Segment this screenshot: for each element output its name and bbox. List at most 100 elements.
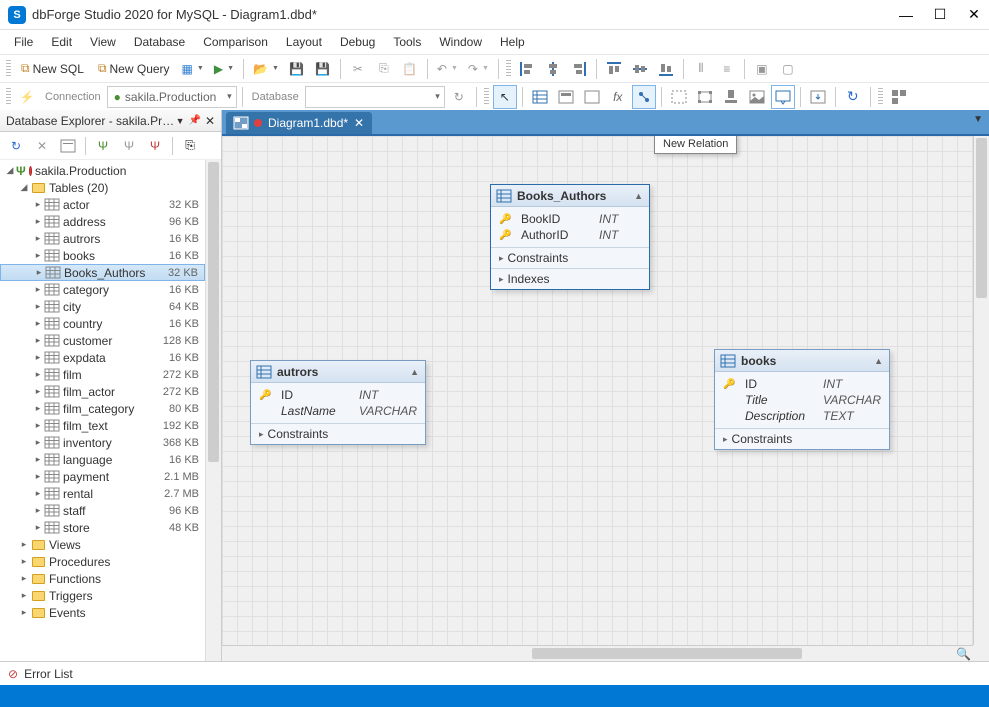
- tree-table-film_text[interactable]: ▸film_text192 KB: [0, 417, 205, 434]
- menu-debug[interactable]: Debug: [332, 32, 383, 52]
- tree-table-staff[interactable]: ▸staff96 KB: [0, 502, 205, 519]
- tree-folder-functions[interactable]: ▸Functions: [0, 570, 205, 587]
- tree-table-expdata[interactable]: ▸expdata16 KB: [0, 349, 205, 366]
- distribute-v-button[interactable]: ≡: [715, 57, 739, 81]
- tree-table-category[interactable]: ▸category16 KB: [0, 281, 205, 298]
- tree-table-inventory[interactable]: ▸inventory368 KB: [0, 434, 205, 451]
- group-tool[interactable]: [693, 85, 717, 109]
- tree-table-store[interactable]: ▸store48 KB: [0, 519, 205, 536]
- tree-folder-events[interactable]: ▸Events: [0, 604, 205, 621]
- tree-table-country[interactable]: ▸country16 KB: [0, 315, 205, 332]
- menu-help[interactable]: Help: [492, 32, 533, 52]
- note-tool[interactable]: [771, 85, 795, 109]
- refresh-tree-button[interactable]: ↻: [4, 134, 28, 158]
- collapse-icon[interactable]: ▲: [634, 191, 643, 201]
- layout-tool[interactable]: [887, 85, 911, 109]
- save-all-button[interactable]: 💾: [311, 57, 335, 81]
- entity-books-authors[interactable]: Books_Authors ▲ 🔑BookIDINT🔑AuthorIDINT ▸…: [490, 184, 650, 290]
- undo-button[interactable]: ↶▼: [433, 57, 462, 81]
- tree-table-rental[interactable]: ▸rental2.7 MB: [0, 485, 205, 502]
- add-view-button[interactable]: [554, 85, 578, 109]
- align-left-button[interactable]: [515, 57, 539, 81]
- tree-table-city[interactable]: ▸city64 KB: [0, 298, 205, 315]
- add-table-button[interactable]: [528, 85, 552, 109]
- bring-front-button[interactable]: ▣: [750, 57, 774, 81]
- menu-window[interactable]: Window: [431, 32, 490, 52]
- new-sql-button[interactable]: ⧉ New SQL: [15, 57, 90, 81]
- menu-database[interactable]: Database: [126, 32, 193, 52]
- filter-red-button[interactable]: Ψ: [143, 134, 167, 158]
- entity-section-constraints[interactable]: ▸Constraints: [491, 247, 649, 268]
- refresh-diagram-button[interactable]: ↻: [841, 85, 865, 109]
- column-row[interactable]: 🔑AuthorIDINT: [491, 227, 649, 243]
- refresh-db-button[interactable]: ↻: [447, 85, 471, 109]
- tree-tables-folder[interactable]: ◢Tables (20): [0, 179, 205, 196]
- zoom-icon[interactable]: 🔍: [956, 647, 971, 661]
- filter-grey-button[interactable]: Ψ: [117, 134, 141, 158]
- connect-button[interactable]: ⚡: [15, 85, 39, 109]
- distribute-h-button[interactable]: ⫴: [689, 57, 713, 81]
- tree-folder-views[interactable]: ▸Views: [0, 536, 205, 553]
- toolbar-grip[interactable]: [484, 88, 489, 106]
- tab-close-icon[interactable]: ✕: [354, 116, 364, 130]
- database-combo[interactable]: [305, 86, 445, 108]
- collapse-icon[interactable]: ▲: [410, 367, 419, 377]
- send-back-button[interactable]: ▢: [776, 57, 800, 81]
- menu-layout[interactable]: Layout: [278, 32, 330, 52]
- export-diagram-button[interactable]: [806, 85, 830, 109]
- tree-table-film_actor[interactable]: ▸film_actor272 KB: [0, 383, 205, 400]
- minimize-button[interactable]: ―: [899, 8, 913, 22]
- tree-table-film_category[interactable]: ▸film_category80 KB: [0, 400, 205, 417]
- menu-comparison[interactable]: Comparison: [195, 32, 276, 52]
- pointer-tool[interactable]: ↖: [493, 85, 517, 109]
- entity-books[interactable]: books ▲ 🔑IDINTTitleVARCHARDescriptionTEX…: [714, 349, 890, 450]
- tab-diagram[interactable]: Diagram1.dbd* ✕: [226, 112, 372, 134]
- open-button[interactable]: 📂▼: [249, 57, 283, 81]
- filter-green-button[interactable]: Ψ: [91, 134, 115, 158]
- toolbar-grip[interactable]: [6, 88, 11, 106]
- column-row[interactable]: TitleVARCHAR: [715, 392, 889, 408]
- save-button[interactable]: 💾: [285, 57, 309, 81]
- connection-combo[interactable]: ●sakila.Production: [107, 86, 237, 108]
- tree-folder-procedures[interactable]: ▸Procedures: [0, 553, 205, 570]
- copy-tree-button[interactable]: ⎘: [178, 134, 202, 158]
- pin-icon[interactable]: 📌: [188, 115, 200, 126]
- menu-file[interactable]: File: [6, 32, 41, 52]
- image-tool[interactable]: [745, 85, 769, 109]
- tree-table-address[interactable]: ▸address96 KB: [0, 213, 205, 230]
- tree-table-actor[interactable]: ▸actor32 KB: [0, 196, 205, 213]
- toolbar-grip[interactable]: [878, 88, 883, 106]
- menu-edit[interactable]: Edit: [43, 32, 80, 52]
- maximize-button[interactable]: ☐: [933, 8, 947, 22]
- entity-autrors[interactable]: autrors ▲ 🔑IDINTLastNameVARCHAR ▸Constra…: [250, 360, 426, 445]
- diagram-canvas[interactable]: New Relation Books_Authors ▲ 🔑BookIDINT🔑…: [222, 136, 973, 645]
- column-row[interactable]: 🔑IDINT: [251, 387, 425, 403]
- align-bottom-button[interactable]: [654, 57, 678, 81]
- toolbar-grip[interactable]: [6, 60, 11, 78]
- tree-folder-triggers[interactable]: ▸Triggers: [0, 587, 205, 604]
- menu-view[interactable]: View: [82, 32, 124, 52]
- align-right-button[interactable]: [567, 57, 591, 81]
- new-relation-button[interactable]: [632, 85, 656, 109]
- column-row[interactable]: 🔑BookIDINT: [491, 211, 649, 227]
- paste-button[interactable]: 📋: [398, 57, 422, 81]
- execute-dropdown[interactable]: ▶▼: [210, 57, 238, 81]
- copy-button[interactable]: ⎘: [372, 57, 396, 81]
- close-panel-icon[interactable]: ✕: [205, 114, 215, 128]
- tree-table-customer[interactable]: ▸customer128 KB: [0, 332, 205, 349]
- tab-menu-icon[interactable]: ▼: [973, 114, 983, 125]
- tree-table-autrors[interactable]: ▸autrors16 KB: [0, 230, 205, 247]
- new-window-button[interactable]: [56, 134, 80, 158]
- align-top-button[interactable]: [602, 57, 626, 81]
- tree-table-payment[interactable]: ▸payment2.1 MB: [0, 468, 205, 485]
- menu-tools[interactable]: Tools: [385, 32, 429, 52]
- chevron-down-icon[interactable]: ▼: [176, 116, 185, 126]
- function-tool[interactable]: fx: [606, 85, 630, 109]
- canvas-hscrollbar[interactable]: 🔍: [222, 645, 973, 661]
- error-list-tab[interactable]: ⊘ Error List: [0, 661, 989, 685]
- collapse-icon[interactable]: ▲: [874, 356, 883, 366]
- column-row[interactable]: 🔑IDINT: [715, 376, 889, 392]
- new-doc-dropdown[interactable]: ▦▼: [178, 57, 208, 81]
- tree-table-film[interactable]: ▸film272 KB: [0, 366, 205, 383]
- delete-button[interactable]: ✕: [30, 134, 54, 158]
